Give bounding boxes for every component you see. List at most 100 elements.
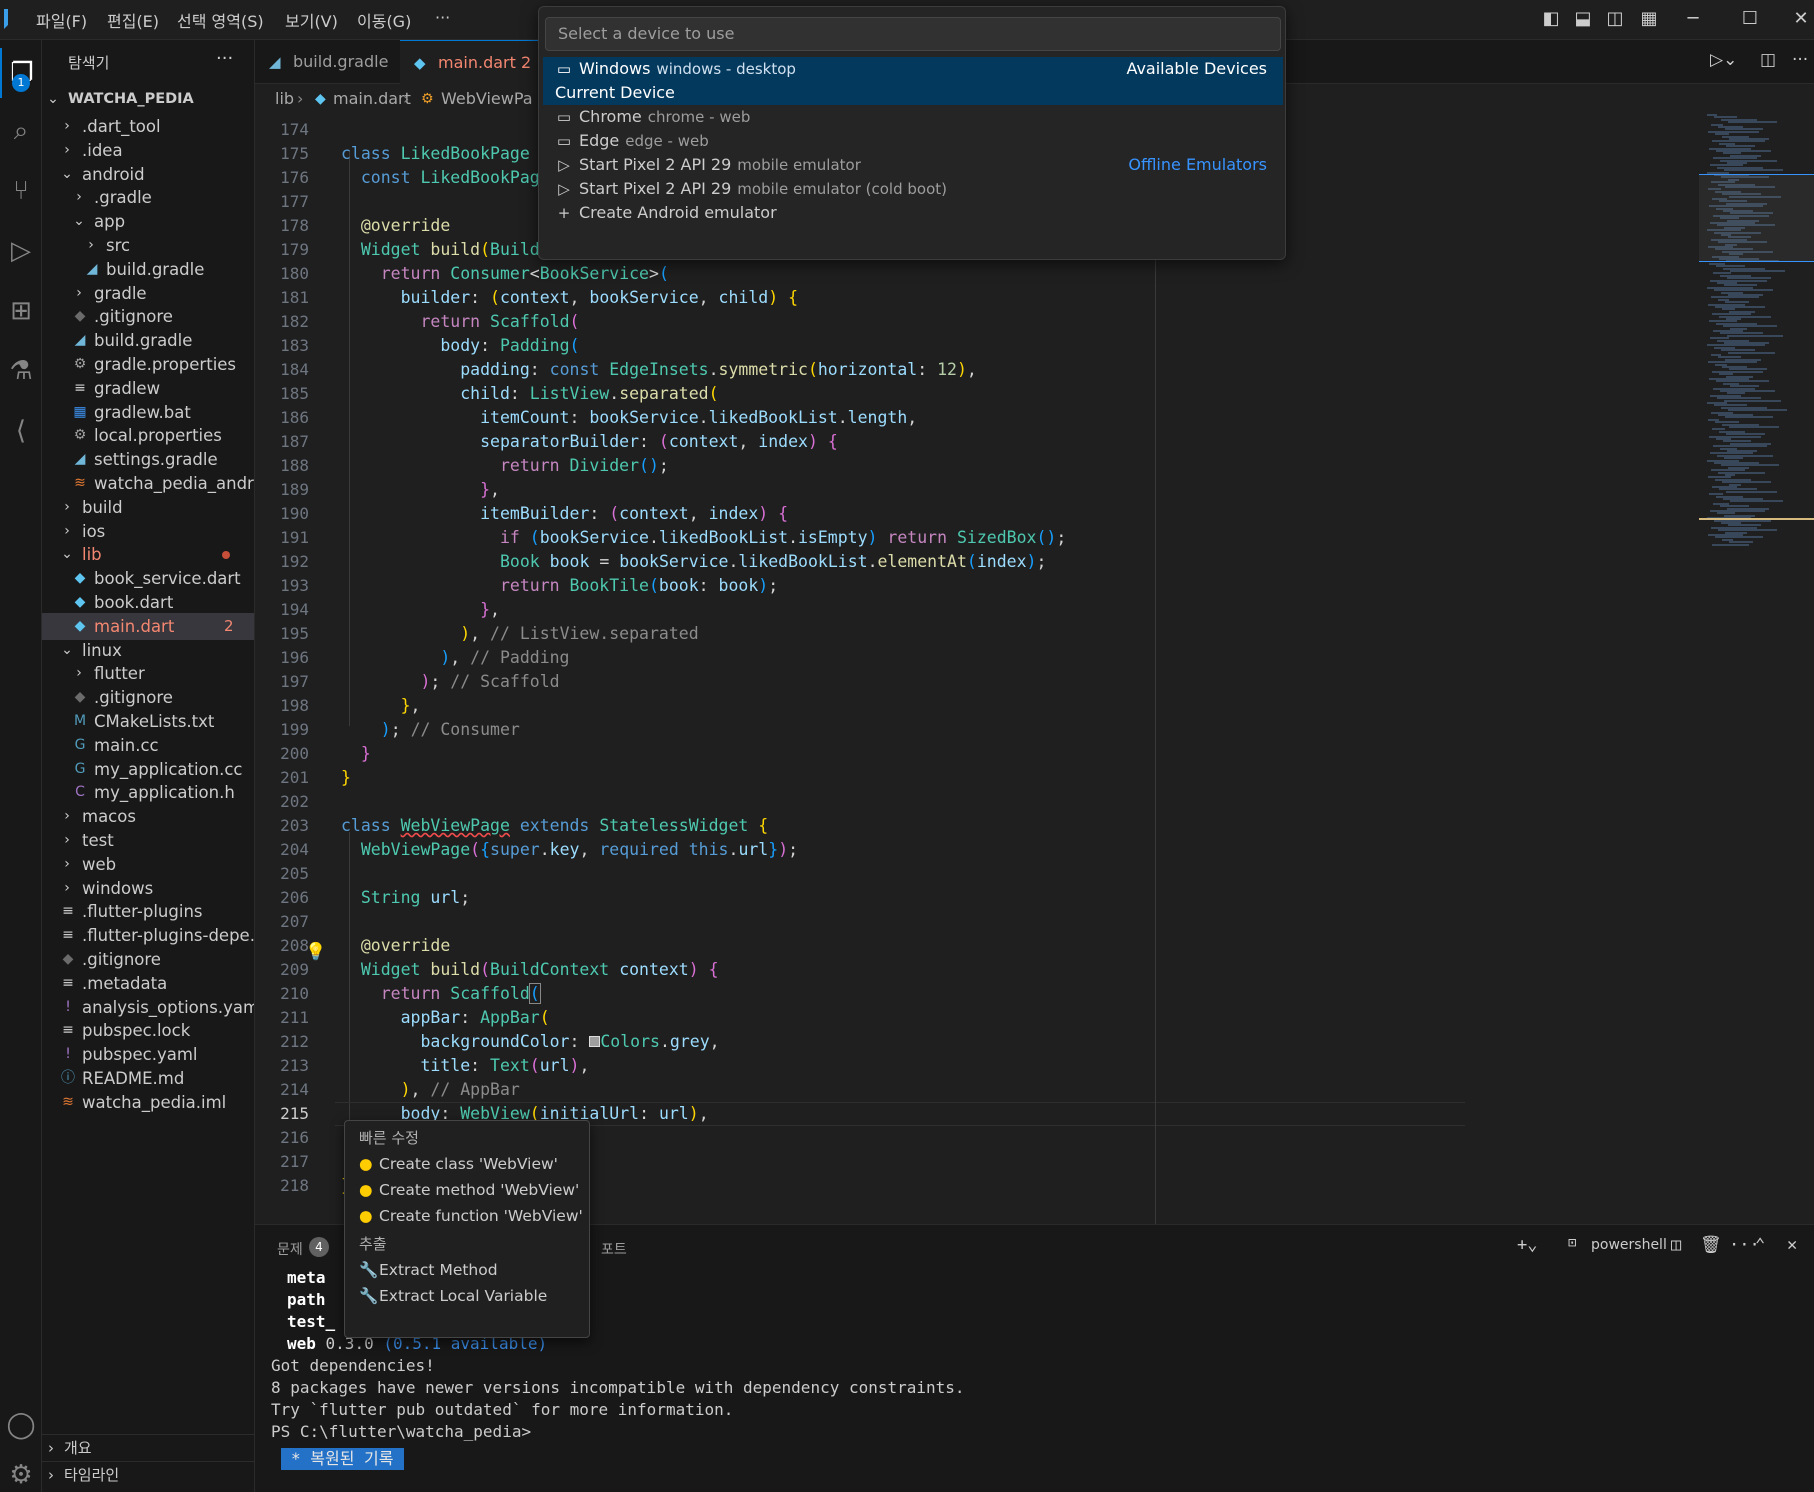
extensions-icon[interactable]: ⊞ <box>0 286 42 336</box>
code-line[interactable]: return Divider(); <box>341 454 669 478</box>
breadcrumb-symbol[interactable]: WebViewPa <box>441 84 533 114</box>
account-icon[interactable]: ◯ <box>0 1400 42 1450</box>
code-line[interactable]: class LikedBookPage e <box>341 142 550 166</box>
device-option[interactable]: ▷ Start Pixel 2 API 29 mobile emulator Offl… <box>543 153 1283 177</box>
code-line[interactable]: builder: (context, bookService, child) { <box>341 286 798 310</box>
customize-layout-icon[interactable]: ▦ <box>1636 6 1662 32</box>
device-option[interactable]: + Create Android emulator <box>543 201 1283 225</box>
flutter-icon[interactable]: ⟨ <box>0 406 42 456</box>
code-line[interactable]: return BookTile(book: book); <box>341 574 778 598</box>
code-line[interactable]: ); // Scaffold <box>341 670 559 694</box>
testing-icon[interactable]: ⚗ <box>0 346 42 396</box>
project-root[interactable]: ⌄ WATCHA_PEDIA <box>42 86 254 113</box>
device-option[interactable]: Current Device <box>543 81 1283 105</box>
code-line[interactable]: } <box>341 742 371 766</box>
tab-problems[interactable]: 문제 <box>277 1239 303 1259</box>
terminal-shell-name[interactable]: powershell <box>1591 1237 1667 1253</box>
device-option[interactable]: ▷ Start Pixel 2 API 29 mobile emulator (co… <box>543 177 1283 201</box>
code-line[interactable]: Widget build(BuildContext context) { <box>341 958 719 982</box>
outline-section[interactable]: › 개요 <box>42 1434 254 1461</box>
close-icon[interactable]: ✕ <box>1790 6 1812 32</box>
code-line[interactable]: ), // ListView.separated <box>341 622 698 646</box>
breadcrumb-file[interactable]: main.dart <box>333 84 411 114</box>
code-line[interactable]: child: ListView.separated( <box>341 382 718 406</box>
line-number: 201 <box>280 768 309 787</box>
code-line[interactable]: body: Padding( <box>341 334 579 358</box>
code-line[interactable]: appBar: AppBar( <box>341 1006 550 1030</box>
menu-file[interactable]: 파일(F) <box>36 8 87 32</box>
minimap[interactable] <box>1699 114 1814 1224</box>
code-line[interactable]: @override <box>341 214 450 238</box>
menu-go[interactable]: 이동(G) <box>357 8 411 32</box>
search-icon[interactable]: ⌕ <box>0 106 42 156</box>
menu-selection[interactable]: 선택 영역(S) <box>177 8 264 32</box>
extract-method-action[interactable]: 🔧Extract Method <box>359 1257 498 1283</box>
minimize-icon[interactable]: ─ <box>1680 6 1706 32</box>
code-line[interactable]: separatorBuilder: (context, index) { <box>341 430 838 454</box>
code-line[interactable]: }, <box>341 694 421 718</box>
menu-edit[interactable]: 편집(E) <box>107 8 159 32</box>
editor-more-icon[interactable]: ··· <box>1792 50 1808 70</box>
lightbulb-icon[interactable]: 💡 <box>305 942 326 962</box>
manage-gear-icon[interactable]: ⚙ <box>0 1450 42 1492</box>
create-method-action[interactable]: ● Create method 'WebView' <box>359 1177 579 1203</box>
breadcrumb-lib[interactable]: lib <box>275 84 294 114</box>
tab-build-gradle[interactable]: ◢ build.gradle <box>255 40 400 84</box>
device-search-input[interactable]: Select a device to use <box>545 17 1281 51</box>
lightbulb-icon: ● <box>359 1181 373 1199</box>
extract-local-variable-action[interactable]: 🔧Extract Local Variable <box>359 1283 547 1309</box>
line-number: 195 <box>280 624 309 643</box>
code-line[interactable]: title: Text(url), <box>341 1054 589 1078</box>
code-line[interactable]: Book book = bookService.likedBookList.el… <box>341 550 1046 574</box>
code-line[interactable]: const LikedBookPage <box>341 166 550 190</box>
maximize-icon[interactable]: ☐ <box>1737 6 1763 32</box>
close-panel-icon[interactable]: ✕ <box>1787 1235 1797 1255</box>
tree-item[interactable]: ≋ watcha_pedia.iml <box>42 1089 254 1116</box>
code-line[interactable]: padding: const EdgeInsets.symmetric(hori… <box>341 358 977 382</box>
device-option[interactable]: ▭ Chrome chrome - web <box>543 105 1283 129</box>
menu-more[interactable]: ··· <box>435 8 450 27</box>
code-line[interactable]: return Scaffold( <box>341 982 541 1006</box>
run-debug-icon[interactable]: ▷ <box>0 226 42 276</box>
toggle-panel-icon[interactable]: ⬓ <box>1570 6 1596 32</box>
code-line[interactable]: return Consumer<BookService>( <box>341 262 669 286</box>
code-editor[interactable]: 174 175 class LikedBookPage e 176 const Lik… <box>255 114 1814 1224</box>
code-line[interactable]: @override <box>341 934 450 958</box>
source-control-icon[interactable]: ⑂ <box>0 166 42 216</box>
code-line[interactable]: itemCount: bookService.likedBookList.len… <box>341 406 917 430</box>
code-line[interactable]: class WebViewPage extends StatelessWidge… <box>341 814 768 838</box>
device-quick-pick: Select a device to use ▭ Windows windows -… <box>538 6 1286 260</box>
create-class-action[interactable]: ● Create class 'WebView' <box>359 1151 558 1177</box>
maximize-panel-icon[interactable]: ⌃ <box>1755 1235 1765 1255</box>
kill-terminal-icon[interactable]: 🗑 <box>1700 1235 1722 1255</box>
device-option[interactable]: ▭ Windows windows - desktop Available Devic… <box>543 57 1283 81</box>
split-terminal-icon[interactable]: ◫ <box>1671 1235 1681 1255</box>
code-line[interactable]: Widget build(Builde <box>341 238 550 262</box>
create-function-action[interactable]: ● Create function 'WebView' <box>359 1203 583 1229</box>
toggle-secondary-sidebar-icon[interactable]: ◫ <box>1602 6 1628 32</box>
terminal-line: path <box>287 1290 326 1309</box>
menu-view[interactable]: 보기(V) <box>285 8 338 32</box>
code-line[interactable]: ), // AppBar <box>341 1078 520 1102</box>
explorer-more-icon[interactable]: ··· <box>216 48 233 69</box>
tab-main-dart[interactable]: ◆ main.dart 2 <box>400 40 540 84</box>
code-line[interactable]: }, <box>341 478 500 502</box>
code-line[interactable]: ); // Consumer <box>341 718 520 742</box>
toggle-sidebar-icon[interactable]: ◧ <box>1538 6 1564 32</box>
line-number: 181 <box>280 288 309 307</box>
code-line[interactable]: }, <box>341 598 500 622</box>
code-line[interactable]: WebViewPage({super.key, required this.ur… <box>341 838 798 862</box>
device-option[interactable]: ▭ Edge edge - web <box>543 129 1283 153</box>
timeline-section[interactable]: › 타임라인 <box>42 1461 254 1488</box>
code-line[interactable]: String url; <box>341 886 470 910</box>
code-line[interactable]: return Scaffold( <box>341 310 579 334</box>
code-line[interactable]: backgroundColor: Colors.grey, <box>341 1030 719 1054</box>
code-line[interactable]: itemBuilder: (context, index) { <box>341 502 788 526</box>
tab-ports[interactable]: 포트 <box>601 1239 627 1259</box>
split-editor-icon[interactable]: ◫ <box>1760 50 1776 70</box>
code-line[interactable]: if (bookService.likedBookList.isEmpty) r… <box>341 526 1066 550</box>
new-terminal-icon[interactable]: +⌄ <box>1517 1235 1537 1255</box>
run-icon[interactable]: ▷⌄ <box>1710 50 1737 70</box>
code-line[interactable]: ), // Padding <box>341 646 569 670</box>
code-line[interactable]: } <box>341 766 351 790</box>
